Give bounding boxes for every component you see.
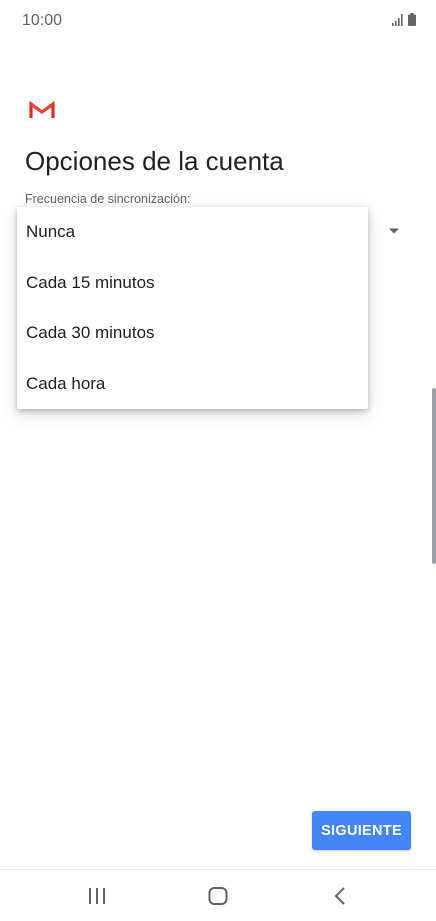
signal-icon	[392, 14, 403, 26]
navigation-bar	[0, 869, 436, 921]
sync-option-30-minutes[interactable]: Cada 30 minutos	[17, 308, 368, 358]
page-title: Opciones de la cuenta	[25, 146, 284, 176]
sync-frequency-dropdown-menu: Nunca Cada 15 minutos Cada 30 minutos Ca…	[17, 207, 368, 409]
scroll-handle[interactable]	[432, 388, 436, 564]
sync-option-hourly[interactable]: Cada hora	[17, 359, 368, 409]
gmail-logo-icon	[29, 100, 55, 118]
status-bar: 10:00	[0, 0, 436, 40]
sync-frequency-label: Frecuencia de sincronización:	[25, 192, 191, 206]
back-icon[interactable]	[329, 886, 353, 906]
home-icon[interactable]	[206, 886, 230, 906]
dropdown-arrow-icon[interactable]	[388, 227, 400, 235]
status-time: 10:00	[22, 12, 63, 29]
status-icons	[392, 13, 416, 26]
sync-option-never[interactable]: Nunca	[17, 207, 368, 257]
sync-option-15-minutes[interactable]: Cada 15 minutos	[17, 258, 368, 308]
battery-icon	[408, 13, 416, 26]
recents-icon[interactable]	[85, 886, 109, 906]
next-button[interactable]: SIGUIENTE	[312, 811, 411, 850]
